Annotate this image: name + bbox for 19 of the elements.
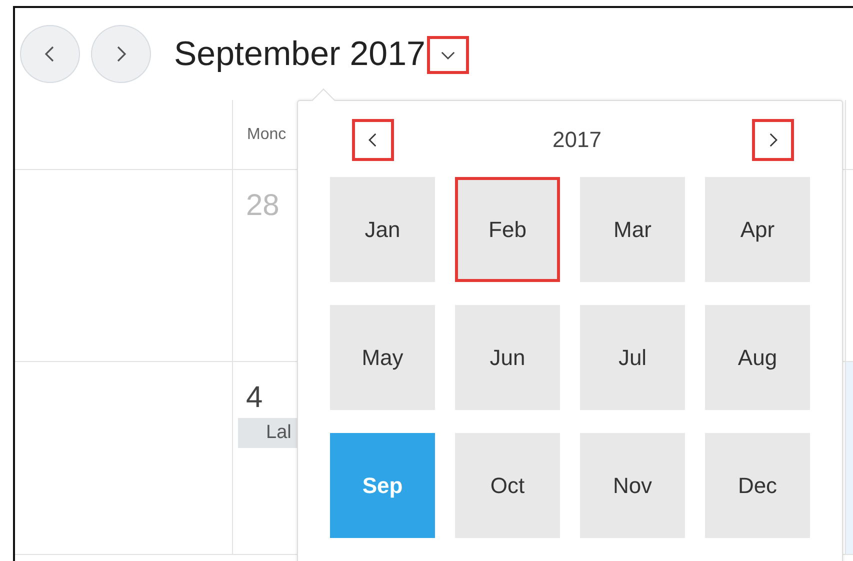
month-tile[interactable]: Dec — [705, 433, 810, 538]
weekday-header: Monc — [247, 126, 286, 144]
next-year-button[interactable] — [752, 119, 794, 161]
month-tile[interactable]: Oct — [455, 433, 560, 538]
month-tile[interactable]: Nov — [580, 433, 685, 538]
month-tile[interactable]: Mar — [580, 177, 685, 282]
month-dropdown-button[interactable] — [427, 36, 470, 74]
month-tile[interactable]: Feb — [455, 177, 560, 282]
day-number: 28 — [246, 188, 280, 224]
month-title: September 2017 — [174, 34, 426, 74]
month-tile[interactable]: Jun — [455, 305, 560, 410]
day-number: 4 — [246, 380, 264, 416]
month-tile[interactable]: Jan — [330, 177, 435, 282]
month-tile[interactable]: May — [330, 305, 435, 410]
month-tile[interactable]: Apr — [705, 177, 810, 282]
year-label: 2017 — [552, 127, 602, 153]
month-tile[interactable]: Jul — [580, 305, 685, 410]
month-tile[interactable]: Aug — [705, 305, 810, 410]
previous-year-button[interactable] — [352, 119, 394, 161]
